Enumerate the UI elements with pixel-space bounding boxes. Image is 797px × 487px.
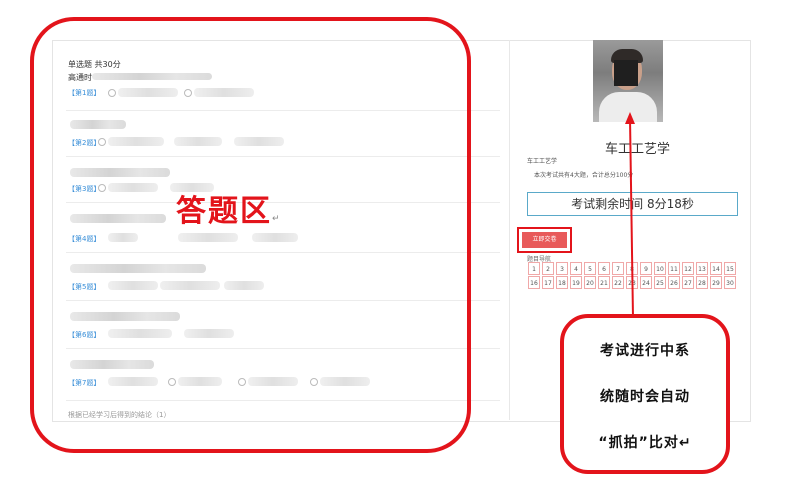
- capture-callout: 考试进行中系 统随时会自动 “抓拍”比对↵: [560, 314, 730, 474]
- callout-line: 统随时会自动: [600, 389, 690, 405]
- callout-line: 考试进行中系: [600, 343, 690, 359]
- callout-line: “抓拍”比对↵: [598, 435, 692, 451]
